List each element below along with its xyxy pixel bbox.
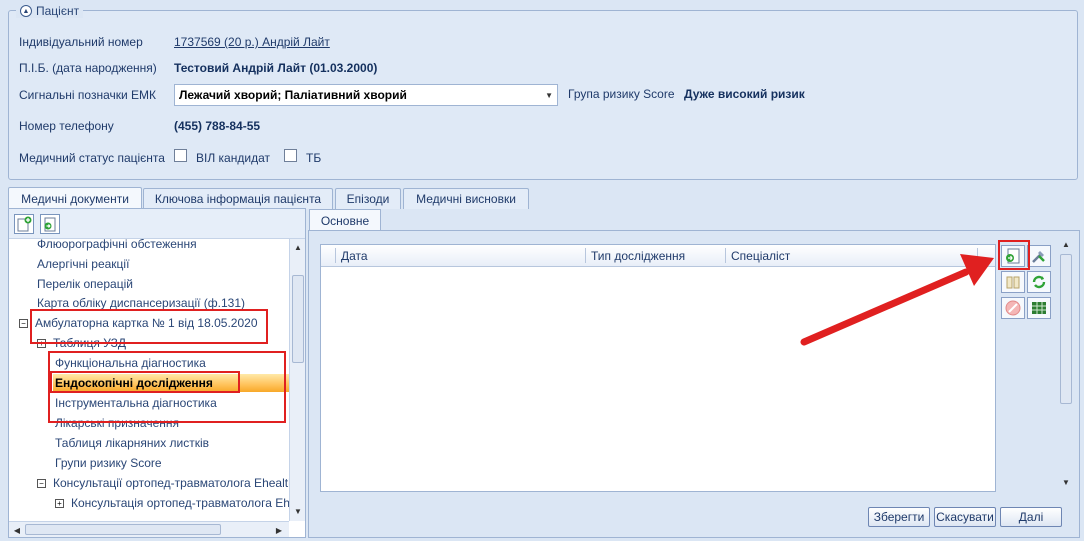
scroll-up-icon[interactable]: ▲ bbox=[290, 241, 306, 253]
hiv-label: ВІЛ кандидат bbox=[196, 151, 270, 165]
status-label: Медичний статус пацієнта bbox=[19, 151, 165, 165]
tree-item-dispensary[interactable]: Карта обліку диспансеризації (ф.131) bbox=[37, 294, 245, 312]
signals-combobox[interactable]: Лежачий хворий; Паліативний хворий ▼ bbox=[174, 84, 558, 106]
expand-icon[interactable]: + bbox=[55, 498, 64, 508]
tree-item-ultrasound[interactable]: + Таблиця УЗД bbox=[37, 334, 126, 352]
open-research-button[interactable] bbox=[1001, 271, 1025, 293]
expand-icon[interactable]: + bbox=[37, 338, 46, 348]
export-excel-button[interactable] bbox=[1027, 297, 1051, 319]
tb-label: ТБ bbox=[306, 151, 322, 165]
scroll-down-icon[interactable]: ▼ bbox=[1058, 476, 1074, 488]
save-button[interactable]: Зберегти bbox=[868, 507, 930, 527]
phone-label: Номер телефону bbox=[19, 119, 114, 133]
tree-item-score-groups[interactable]: Групи ризику Score bbox=[55, 454, 162, 472]
scroll-down-icon[interactable]: ▼ bbox=[290, 505, 306, 517]
tree-item-prescriptions[interactable]: Лікарські призначення bbox=[55, 414, 179, 432]
tab-episodes[interactable]: Епізоди bbox=[335, 188, 401, 209]
tree-item-functional-diagnostics[interactable]: Функціональна діагностика bbox=[55, 354, 206, 372]
tree-item-label: Консультація ортопед-травматолога Ehealt… bbox=[71, 496, 289, 510]
id-link[interactable]: 1737569 (20 р.) Андрій Лайт bbox=[174, 35, 330, 49]
open-document-button[interactable] bbox=[40, 214, 60, 234]
refresh-icon bbox=[1032, 275, 1046, 289]
spreadsheet-icon bbox=[1032, 302, 1046, 314]
collapse-icon[interactable]: ▲ bbox=[20, 5, 32, 17]
risk-label: Група ризику Score bbox=[568, 87, 675, 101]
add-document-icon bbox=[1006, 248, 1020, 264]
tree-toolbar bbox=[9, 209, 305, 239]
forbidden-icon bbox=[1005, 300, 1021, 316]
delete-research-button[interactable] bbox=[1001, 297, 1025, 319]
documents-tree-panel: Флюорографічні обстеження Алергічні реак… bbox=[8, 208, 306, 538]
tree-item-allergies[interactable]: Алергічні реакції bbox=[37, 255, 129, 273]
tree-item-operations[interactable]: Перелік операцій bbox=[37, 275, 133, 293]
phone-value: (455) 788-84-55 bbox=[174, 119, 261, 133]
scroll-thumb[interactable] bbox=[1060, 254, 1072, 404]
edit-research-button[interactable] bbox=[1027, 245, 1051, 267]
annotation-arrow-icon bbox=[800, 254, 994, 346]
tree-item-ortho-consultation[interactable]: + Консультація ортопед-травматолога Ehea… bbox=[55, 494, 289, 512]
add-document-icon bbox=[17, 216, 32, 232]
signals-label: Сигнальні позначки ЕМК bbox=[19, 88, 157, 102]
scroll-thumb[interactable] bbox=[292, 275, 304, 363]
hiv-checkbox[interactable] bbox=[174, 149, 187, 162]
tree-item-endoscopy[interactable]: Ендоскопічні дослідження bbox=[53, 374, 289, 392]
document-arrow-icon bbox=[44, 217, 56, 232]
documents-tree: Флюорографічні обстеження Алергічні реак… bbox=[13, 239, 289, 521]
chevron-down-icon[interactable]: ▼ bbox=[545, 91, 553, 100]
tree-item-label: Амбулаторна картка № 1 від 18.05.2020 bbox=[35, 316, 258, 330]
scroll-up-icon[interactable]: ▲ bbox=[1058, 238, 1074, 250]
tree-item-ortho-consultations[interactable]: − Консультації ортопед-травматолога Ehea… bbox=[37, 474, 289, 492]
tab-key-info[interactable]: Ключова інформація пацієнта bbox=[143, 188, 333, 209]
add-research-button[interactable] bbox=[1001, 245, 1025, 267]
tab-main[interactable]: Основне bbox=[309, 209, 381, 231]
refresh-research-button[interactable] bbox=[1027, 271, 1051, 293]
name-value: Тестовий Андрій Лайт (01.03.2000) bbox=[174, 61, 378, 75]
column-research-type[interactable]: Тип дослідження bbox=[591, 249, 685, 263]
tree-item-outpatient-card[interactable]: − Амбулаторна картка № 1 від 18.05.2020 bbox=[19, 314, 258, 332]
tb-checkbox[interactable] bbox=[284, 149, 297, 162]
patient-section-title: Пацієнт bbox=[36, 4, 80, 18]
collapse-icon[interactable]: − bbox=[37, 478, 46, 488]
tree-item-label: Консультації ортопед-травматолога Ehealt… bbox=[53, 476, 289, 490]
collapse-icon[interactable]: − bbox=[19, 318, 28, 328]
tab-conclusions[interactable]: Медичні висновки bbox=[403, 188, 529, 209]
book-icon bbox=[1006, 276, 1020, 289]
next-button[interactable]: Далі bbox=[1000, 507, 1062, 527]
tree-horizontal-scrollbar[interactable]: ◀ ▶ bbox=[9, 521, 289, 537]
id-label: Індивідуальний номер bbox=[19, 35, 143, 49]
tools-icon bbox=[1032, 251, 1045, 263]
tree-item-fluorography[interactable]: Флюорографічні обстеження bbox=[37, 239, 197, 253]
risk-value: Дуже високий ризик bbox=[684, 87, 805, 101]
patient-section-header[interactable]: ▲ Пацієнт bbox=[16, 4, 84, 18]
scroll-left-icon[interactable]: ◀ bbox=[11, 524, 23, 536]
tree-item-label: Таблиця УЗД bbox=[53, 336, 126, 350]
scroll-right-icon[interactable]: ▶ bbox=[273, 524, 285, 536]
tree-vertical-scrollbar[interactable]: ▲ ▼ bbox=[289, 239, 305, 521]
signals-value: Лежачий хворий; Паліативний хворий bbox=[179, 88, 407, 102]
scroll-thumb[interactable] bbox=[25, 524, 221, 535]
name-label: П.І.Б. (дата народження) bbox=[19, 61, 157, 75]
tab-medical-docs[interactable]: Медичні документи bbox=[8, 187, 142, 210]
tree-item-instrumental-diagnostics[interactable]: Інструментальна діагностика bbox=[55, 394, 217, 412]
column-date[interactable]: Дата bbox=[341, 249, 368, 263]
tree-item-sick-leaves[interactable]: Таблиця лікарняних листків bbox=[55, 434, 209, 452]
column-specialist[interactable]: Спеціаліст bbox=[731, 249, 790, 263]
panel-vertical-scrollbar[interactable]: ▲ ▼ bbox=[1058, 236, 1074, 492]
cancel-button[interactable]: Скасувати bbox=[934, 507, 996, 527]
add-document-button[interactable] bbox=[14, 214, 34, 234]
